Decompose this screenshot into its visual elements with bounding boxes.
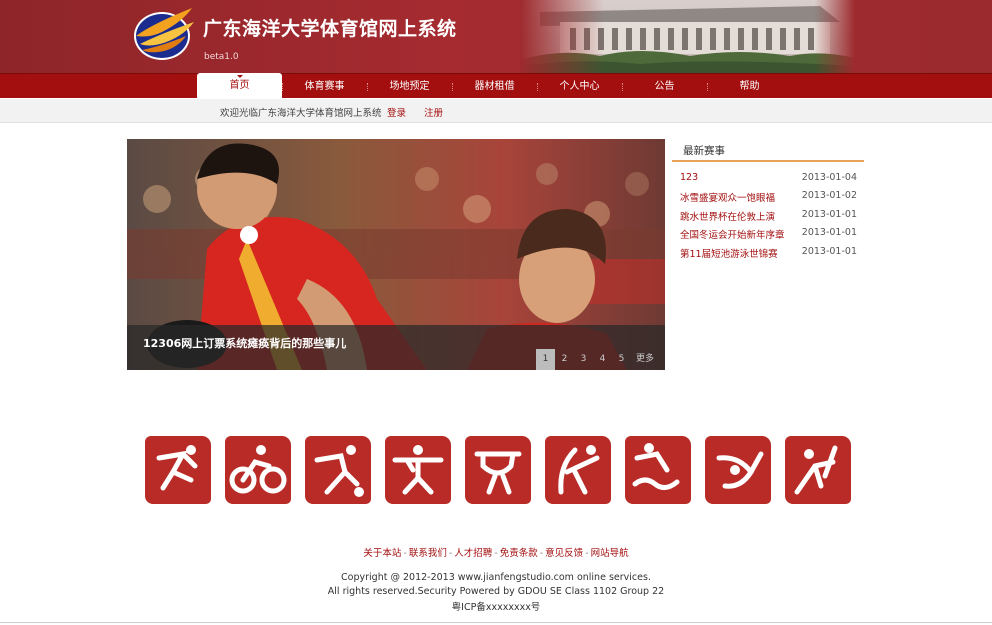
slider-pager: 1 2 3 4 5 更多 — [536, 349, 659, 370]
archery-icon — [545, 436, 611, 504]
latest-events-title: 最新赛事 — [672, 139, 864, 162]
event-date: 2013-01-02 — [801, 190, 857, 202]
nav-item-personal-center[interactable]: 个人中心 — [537, 74, 622, 99]
nav-item-announcements[interactable]: 公告 — [622, 74, 707, 99]
event-date: 2013-01-01 — [801, 227, 857, 239]
event-date: 2013-01-01 — [801, 245, 857, 257]
running-icon — [145, 436, 211, 504]
list-item: 第11届短池游泳世锦赛 2013-01-01 — [672, 244, 864, 262]
site-title: 广东海洋大学体育馆网上系统 — [203, 18, 457, 40]
footer-separator: - — [494, 548, 498, 559]
event-link[interactable]: 第11届短池游泳世锦赛 — [680, 246, 778, 260]
cycling-icon — [225, 436, 291, 504]
fencing-icon — [785, 436, 851, 504]
login-link[interactable]: 登录 — [387, 105, 406, 119]
slider-page-5[interactable]: 5 — [612, 349, 631, 370]
gymnasium-photo — [520, 0, 855, 73]
footer-link-about[interactable]: 关于本站 — [363, 548, 401, 559]
site-version: beta1.0 — [204, 52, 239, 62]
sport-seals-row — [145, 436, 851, 504]
slider-caption[interactable]: 12306网上订票系统瘫痪背后的那些事儿 — [143, 335, 346, 351]
footer-link-careers[interactable]: 人才招聘 — [454, 548, 492, 559]
list-item: 跳水世界杯在伦敦上演 2013-01-01 — [672, 207, 864, 225]
footer-separator: - — [403, 548, 407, 559]
event-link[interactable]: 跳水世界杯在伦敦上演 — [680, 209, 775, 223]
nav-item-sports-events[interactable]: 体育赛事 — [282, 74, 367, 99]
event-link[interactable]: 全国冬运会开始新年序章 — [680, 227, 785, 241]
slider-page-2[interactable]: 2 — [555, 349, 574, 370]
event-date: 2013-01-04 — [801, 172, 857, 183]
footer-link-sitemap[interactable]: 网站导航 — [591, 548, 629, 559]
gymnastics-icon — [465, 436, 531, 504]
featured-slider[interactable]: 12306网上订票系统瘫痪背后的那些事儿 1 2 3 4 5 更多 — [127, 139, 665, 370]
slider-more-link[interactable]: 更多 — [631, 349, 659, 370]
list-item: 123 2013-01-04 — [672, 170, 864, 188]
main-nav: 首页 体育赛事 场地预定 器材租借 个人中心 公告 帮助 — [0, 73, 992, 99]
weightlifting-icon — [385, 436, 451, 504]
footer-link-feedback[interactable]: 意见反馈 — [545, 548, 583, 559]
register-link[interactable]: 注册 — [424, 105, 443, 119]
copyright-line-1: Copyright @ 2012-2013 www.jianfengstudio… — [341, 572, 651, 583]
icp-license: 粤ICP备xxxxxxxx号 — [451, 602, 541, 613]
nav-item-equipment-rental[interactable]: 器材租借 — [452, 74, 537, 99]
slider-page-1[interactable]: 1 — [536, 349, 555, 370]
slider-page-4[interactable]: 4 — [593, 349, 612, 370]
list-item: 冰雪盛宴观众一饱眼福 2013-01-02 — [672, 188, 864, 206]
event-date: 2013-01-01 — [801, 208, 857, 220]
nav-item-help[interactable]: 帮助 — [707, 74, 792, 99]
footer-separator: - — [585, 548, 589, 559]
football-icon — [305, 436, 371, 504]
swimming-icon — [625, 436, 691, 504]
university-logo — [134, 8, 194, 60]
slider-page-3[interactable]: 3 — [574, 349, 593, 370]
event-link[interactable]: 123 — [680, 172, 698, 183]
bottom-divider — [0, 622, 992, 623]
footer-link-contact[interactable]: 联系我们 — [409, 548, 447, 559]
footer-link-disclaimer[interactable]: 免责条款 — [500, 548, 538, 559]
event-link[interactable]: 冰雪盛宴观众一饱眼福 — [680, 190, 775, 204]
welcome-text: 欢迎光临广东海洋大学体育馆网上系统 — [220, 108, 382, 119]
header-banner: 广东海洋大学体育馆网上系统 beta1.0 — [0, 0, 992, 73]
footer-separator: - — [448, 548, 453, 559]
footer-separator: - — [539, 548, 544, 559]
latest-events-panel: 最新赛事 123 2013-01-04 冰雪盛宴观众一饱眼福 2013-01-0… — [672, 139, 864, 262]
nav-item-venue-booking[interactable]: 场地预定 — [367, 74, 452, 99]
footer-links: 关于本站 - 联系我们 - 人才招聘 - 免责条款 - 意见反馈 - 网站导航 — [0, 545, 992, 559]
welcome-bar: 欢迎光临广东海洋大学体育馆网上系统 登录 注册 — [0, 99, 992, 123]
nav-item-home[interactable]: 首页 — [197, 73, 282, 99]
copyright-line-2: All rights reserved.Security Powered by … — [327, 586, 665, 597]
list-item: 全国冬运会开始新年序章 2013-01-01 — [672, 225, 864, 243]
diving-icon — [705, 436, 771, 504]
